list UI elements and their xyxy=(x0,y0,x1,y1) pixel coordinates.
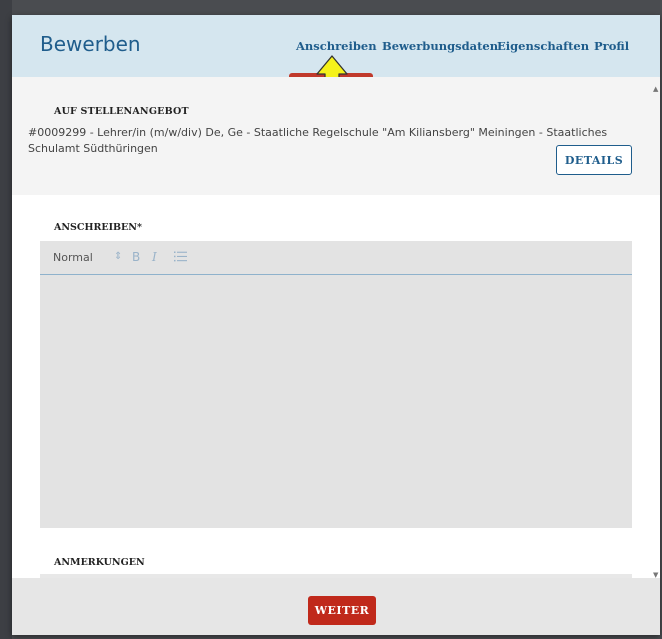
apply-dialog: Bewerben Anschreiben Bewerbungsdaten Eig… xyxy=(12,15,660,635)
offer-section-label: AUF STELLENANGEBOT xyxy=(54,106,189,117)
format-select[interactable]: Normal xyxy=(53,251,93,264)
select-arrows-icon: ⇕ xyxy=(114,251,123,262)
cover-letter-editor[interactable] xyxy=(40,275,632,528)
cover-letter-label: ANSCHREIBEN* xyxy=(54,222,142,233)
italic-button[interactable]: I xyxy=(152,250,157,264)
bold-button[interactable]: B xyxy=(132,250,140,264)
list-icon[interactable] xyxy=(174,251,187,262)
scroll-up-icon[interactable]: ▲ xyxy=(653,85,658,93)
tab-profil[interactable]: Profil xyxy=(594,39,629,53)
tab-bewerbungsdaten[interactable]: Bewerbungsdaten xyxy=(382,39,498,53)
rich-text-toolbar: Normal ⇕ B I xyxy=(40,241,632,275)
dialog-title: Bewerben xyxy=(40,32,141,56)
details-button[interactable]: DETAILS xyxy=(556,145,632,175)
tab-anschreiben[interactable]: Anschreiben xyxy=(296,39,377,53)
dialog-footer: WEITER xyxy=(12,578,660,635)
page-backdrop xyxy=(0,0,12,639)
tab-eigenschaften[interactable]: Eigenschaften xyxy=(497,39,589,53)
next-button[interactable]: WEITER xyxy=(308,596,376,625)
job-offer-section: AUF STELLENANGEBOT #0009299 - Lehrer/in … xyxy=(12,77,660,195)
remarks-label: ANMERKUNGEN xyxy=(54,557,145,568)
